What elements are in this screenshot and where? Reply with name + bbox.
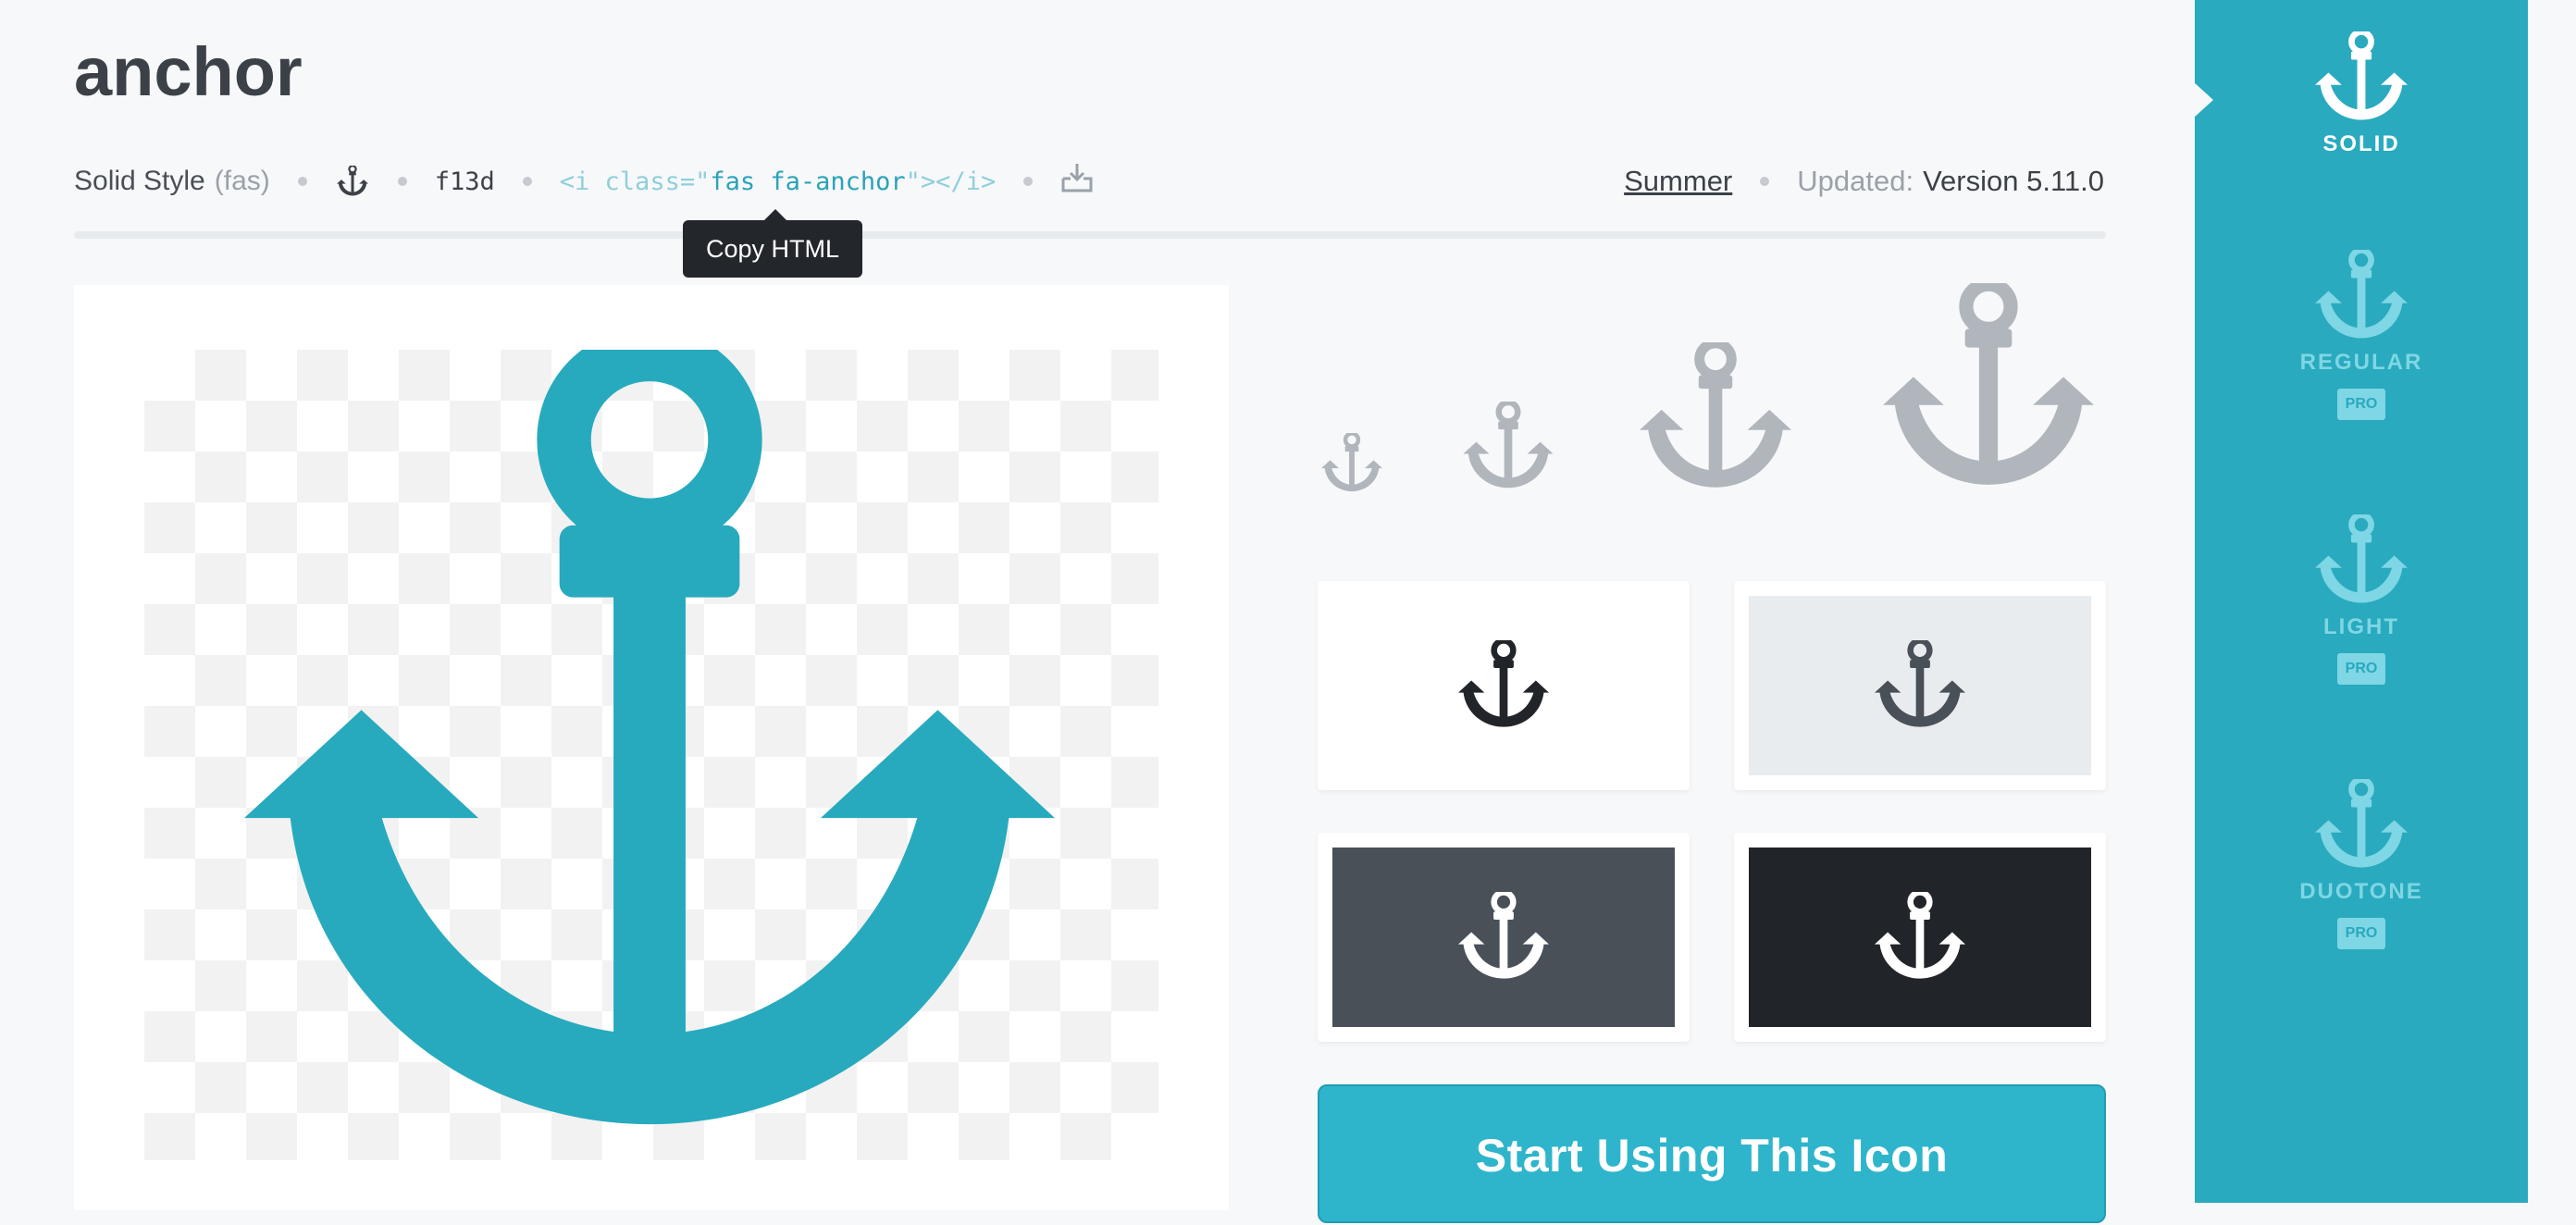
anchor-icon[interactable]: [335, 166, 370, 197]
active-style-indicator: [2193, 81, 2213, 118]
html-snippet-close: "></i>: [905, 167, 997, 196]
anchor-icon: [1318, 433, 1386, 494]
anchor-icon: [2310, 250, 2413, 342]
style-option-light[interactable]: LIGHT PRO: [2195, 514, 2528, 685]
preview-tile-dark: [1318, 833, 1690, 1042]
style-abbr: (fas): [214, 166, 270, 196]
version-value: Version 5.11.0: [1923, 165, 2104, 197]
copy-html-tooltip: Copy HTML: [683, 209, 862, 278]
separator-dot: [522, 177, 532, 186]
preview-tile-black: [1734, 833, 2106, 1042]
preview-tile-light: [1734, 581, 2106, 790]
anchor-icon: [2310, 514, 2413, 607]
icon-large-preview: [74, 285, 1229, 1210]
separator-dot: [1760, 177, 1770, 186]
updated-label: Updated:: [1797, 165, 1914, 197]
unicode-value[interactable]: f13d: [435, 167, 495, 196]
anchor-icon: [1630, 342, 1801, 494]
tile-background: [1332, 596, 1675, 775]
separator-dot: [397, 177, 407, 186]
page-title: anchor: [74, 33, 303, 110]
preview-tile-white: [1318, 581, 1690, 790]
anchor-icon: [1458, 402, 1558, 492]
style-label: DUOTONE: [2299, 879, 2423, 904]
tile-background: [1332, 848, 1675, 1027]
anchor-icon: [1869, 892, 1971, 983]
category-link[interactable]: Summer: [1624, 165, 1732, 198]
icon-meta-right: Summer Updated: Version 5.11.0: [1624, 155, 2104, 207]
html-snippet-classes: fas fa-anchor: [710, 167, 906, 196]
tile-background: [1749, 596, 2091, 775]
tile-background: [1749, 848, 2091, 1027]
download-icon[interactable]: [1060, 162, 1094, 201]
header-divider: [74, 231, 2106, 239]
anchor-icon: [1453, 640, 1554, 731]
style-label: REGULAR: [2299, 350, 2423, 375]
style-label: SOLID: [2322, 131, 2400, 156]
style-switcher: SOLID REGULAR PRO LIGHT PRO DUOTONE PRO: [2195, 0, 2528, 1203]
anchor-icon: [2310, 779, 2413, 872]
pro-badge: PRO: [2337, 653, 2385, 685]
anchor-icon: [194, 350, 1105, 1160]
anchor-icon: [1453, 892, 1554, 983]
html-snippet[interactable]: <i class="fas fa-anchor"></i>: [560, 167, 996, 196]
style-label: Solid Style: [74, 166, 205, 196]
style-option-regular[interactable]: REGULAR PRO: [2195, 250, 2528, 420]
anchor-icon: [2310, 31, 2413, 124]
style-label: LIGHT: [2323, 614, 2399, 639]
style-option-duotone[interactable]: DUOTONE PRO: [2195, 779, 2528, 949]
separator-dot: [1023, 177, 1034, 186]
anchor-icon: [1871, 283, 2106, 494]
icon-meta-row: Solid Style (fas) f13d <i class="fas fa-…: [74, 155, 1094, 207]
separator-dot: [297, 177, 307, 186]
pro-badge: PRO: [2337, 389, 2385, 420]
style-option-solid[interactable]: SOLID: [2195, 31, 2528, 157]
html-snippet-open: <i class=": [559, 167, 711, 196]
pro-badge: PRO: [2337, 918, 2385, 949]
anchor-icon: [1869, 640, 1971, 731]
